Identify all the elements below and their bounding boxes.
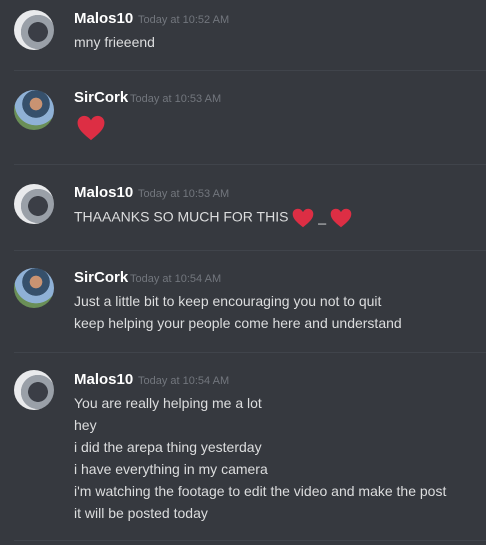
- username[interactable]: SirCork: [74, 269, 128, 286]
- message-divider: [14, 70, 486, 71]
- username[interactable]: Malos10: [74, 184, 133, 201]
- message-divider: [14, 164, 486, 165]
- timestamp: Today at 10:54 AM: [138, 375, 230, 387]
- message-text: mny frieeend: [74, 34, 155, 50]
- message-text: it will be posted today: [74, 505, 208, 521]
- username[interactable]: SirCork: [74, 89, 128, 106]
- message-text: i'm watching the footage to edit the vid…: [74, 483, 447, 499]
- heart-emoji-icon: [292, 208, 314, 228]
- timestamp: Today at 10:52 AM: [138, 14, 230, 26]
- avatar[interactable]: [14, 268, 54, 308]
- message-text: THAAANKS SO MUCH FOR THIS _: [74, 208, 352, 228]
- heart-emoji-icon: [76, 115, 106, 146]
- message-text-prefix: THAAANKS SO MUCH FOR THIS: [74, 208, 289, 225]
- message-text: i have everything in my camera: [74, 461, 268, 477]
- avatar[interactable]: [14, 10, 54, 50]
- username[interactable]: Malos10: [74, 371, 133, 388]
- avatar[interactable]: [14, 370, 54, 410]
- message-text: You are really helping me a lot: [74, 395, 262, 411]
- avatar[interactable]: [14, 90, 54, 130]
- message-text: hey: [74, 417, 97, 433]
- avatar[interactable]: [14, 184, 54, 224]
- message-text: i did the arepa thing yesterday: [74, 439, 262, 455]
- timestamp: Today at 10:53 AM: [130, 93, 222, 105]
- timestamp: Today at 10:53 AM: [138, 188, 230, 200]
- username[interactable]: Malos10: [74, 10, 133, 27]
- message-text: Just a little bit to keep encouraging yo…: [74, 293, 382, 309]
- message-text: keep helping your people come here and u…: [74, 315, 402, 331]
- heart-emoji-icon: [330, 208, 352, 228]
- timestamp: Today at 10:54 AM: [130, 273, 222, 285]
- message-divider: [14, 352, 486, 353]
- message-divider: [14, 540, 486, 541]
- message-divider: [14, 250, 486, 251]
- message-separator: _: [318, 208, 327, 225]
